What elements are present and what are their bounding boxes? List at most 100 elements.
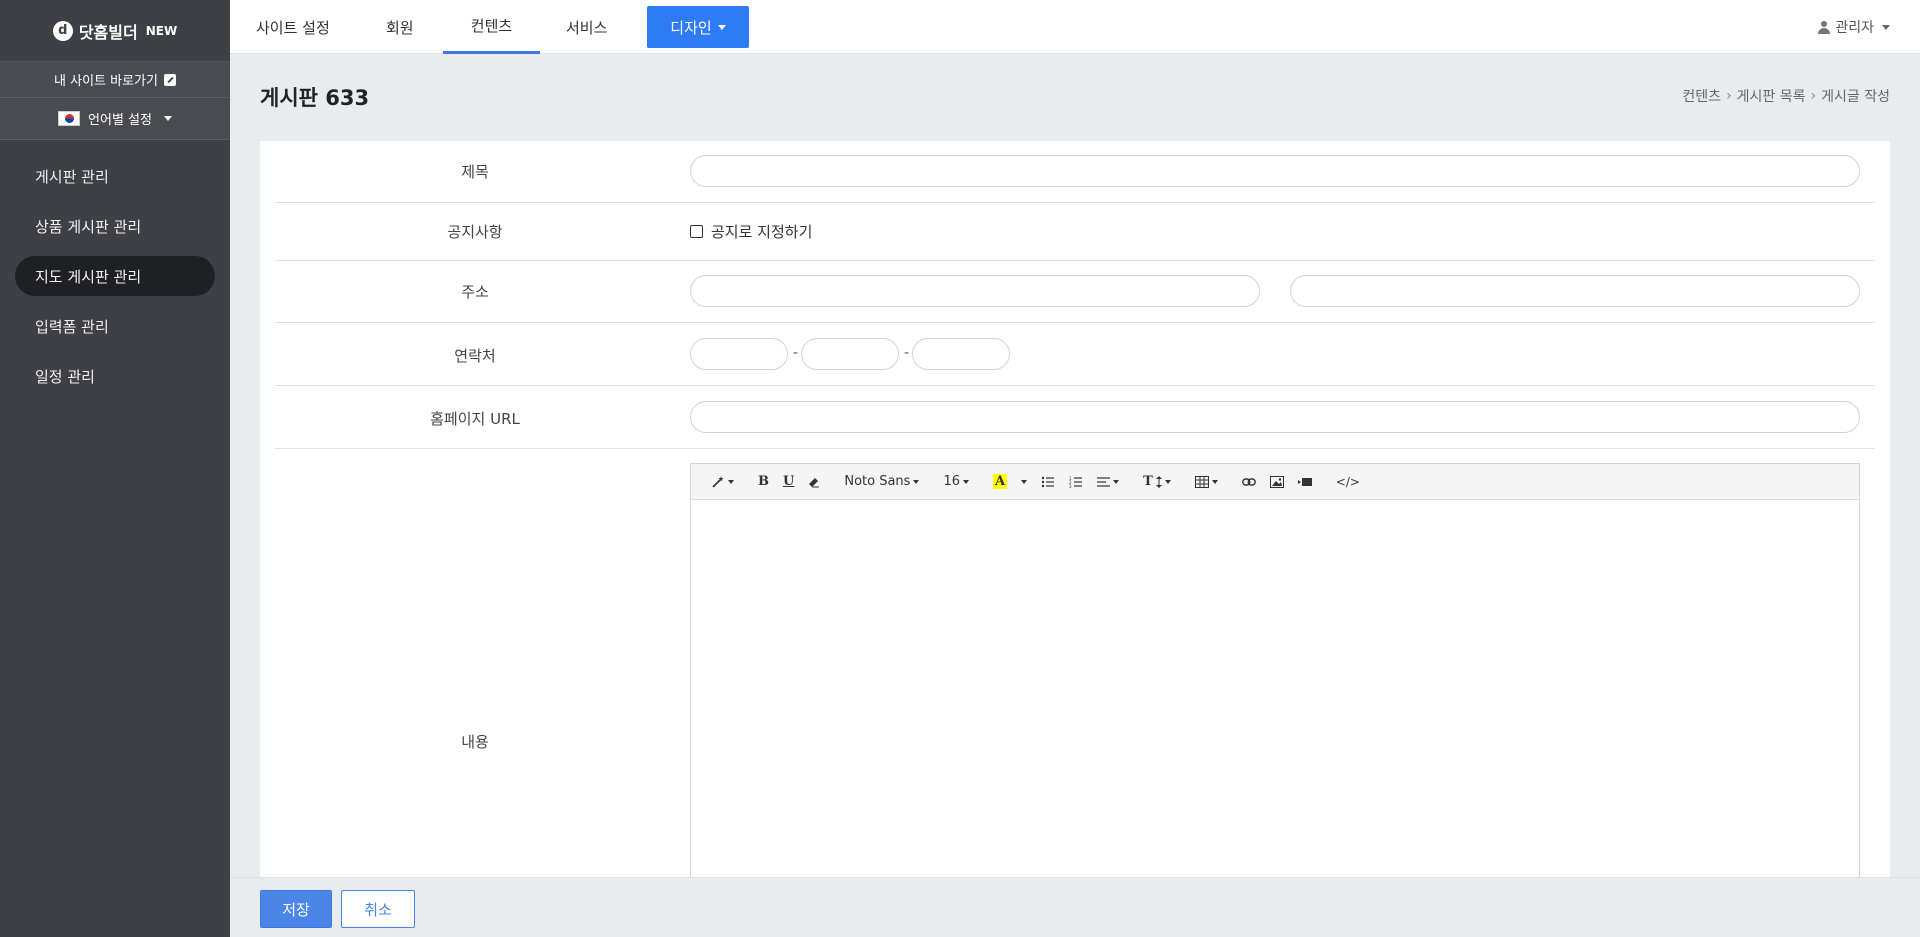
line-height-icon[interactable]: T xyxy=(1143,470,1171,494)
bottom-action-bar: 저장 취소 xyxy=(230,877,1920,937)
ordered-list-icon[interactable]: 123 xyxy=(1069,470,1083,494)
save-button[interactable]: 저장 xyxy=(260,890,332,928)
sidebar-item-label: 지도 게시판 관리 xyxy=(35,267,142,286)
tab-site-settings[interactable]: 사이트 설정 xyxy=(256,0,330,54)
underline-button[interactable]: U xyxy=(783,470,794,494)
design-dropdown-button[interactable]: 디자인 xyxy=(647,6,749,48)
breadcrumb-item[interactable]: 게시판 목록 xyxy=(1737,86,1806,106)
align-left-icon[interactable] xyxy=(1097,470,1120,494)
svg-text:3: 3 xyxy=(1069,484,1072,488)
form-row-homepage: 홈페이지 URL xyxy=(275,386,1875,449)
breadcrumb-item: 게시글 작성 xyxy=(1821,89,1890,105)
sidebar-item-label: 게시판 관리 xyxy=(35,167,109,186)
sidebar-item-schedule[interactable]: 일정 관리 xyxy=(15,356,215,396)
highlight-glyph: A xyxy=(992,474,1008,489)
editor-content-area[interactable] xyxy=(691,500,1859,902)
font-size-dropdown[interactable]: 16 xyxy=(943,470,969,494)
caret-down-icon xyxy=(717,24,726,30)
tab-label: 컨텐츠 xyxy=(470,17,513,35)
external-link-icon xyxy=(163,73,176,86)
tab-members[interactable]: 회원 xyxy=(386,0,414,54)
tab-services[interactable]: 서비스 xyxy=(566,0,607,54)
contact-field-3[interactable] xyxy=(912,338,1010,370)
content-label: 내용 xyxy=(461,733,489,751)
logo-icon: d xyxy=(52,20,73,41)
caret-down-icon xyxy=(728,479,734,484)
notice-label: 공지사항 xyxy=(447,223,503,241)
form-row-content: 내용 B U Noto Sans 16 A 1 2 3 T </> xyxy=(275,449,1875,929)
underline-glyph: U xyxy=(783,474,795,489)
brand[interactable]: d 닷홈빌더 NEW xyxy=(0,0,230,62)
video-icon[interactable] xyxy=(1297,470,1312,494)
checkbox-icon[interactable] xyxy=(690,225,703,238)
language-settings[interactable]: 언어별 설정 xyxy=(0,98,230,140)
design-button-label: 디자인 xyxy=(670,18,712,37)
brand-name: 닷홈빌더 xyxy=(78,22,138,42)
caret-down-icon xyxy=(1164,479,1171,484)
caret-down-icon xyxy=(962,479,969,484)
language-settings-label: 언어별 설정 xyxy=(88,113,152,128)
bold-button[interactable]: B xyxy=(758,470,769,494)
title-input[interactable] xyxy=(690,155,1860,187)
sidebar-menu: 게시판 관리 상품 게시판 관리 지도 게시판 관리 입력폼 관리 일정 관리 xyxy=(0,140,230,396)
text-style-glyph: T xyxy=(1143,474,1153,489)
form-row-title: 제목 xyxy=(275,141,1875,203)
homepage-url-input[interactable] xyxy=(690,401,1860,433)
breadcrumb: 컨텐츠 › 게시판 목록 › 게시글 작성 xyxy=(1682,86,1890,106)
sidebar: d 닷홈빌더 NEW 내 사이트 바로가기 언어별 설정 게시판 관리 상품 게… xyxy=(0,0,230,937)
font-family-dropdown[interactable]: Noto Sans xyxy=(844,470,920,494)
magic-wand-icon[interactable] xyxy=(711,470,734,494)
sidebar-item-map-board[interactable]: 지도 게시판 관리 xyxy=(15,256,215,296)
caret-down-icon xyxy=(1211,479,1218,484)
caret-down-icon xyxy=(913,479,920,484)
rich-text-editor: B U Noto Sans 16 A 1 2 3 T </> xyxy=(690,463,1860,903)
address-detail-input[interactable] xyxy=(1290,275,1860,307)
homepage-label: 홈페이지 URL xyxy=(430,410,520,428)
brand-badge: NEW xyxy=(145,23,178,38)
page-title: 게시판 633 xyxy=(260,86,370,110)
address-input[interactable] xyxy=(690,275,1260,307)
bold-glyph: B xyxy=(758,474,769,489)
my-site-link-label: 내 사이트 바로가기 xyxy=(54,74,158,89)
form-row-contact: 연락처 - - xyxy=(275,323,1875,386)
tab-contents[interactable]: 컨텐츠 xyxy=(443,0,540,54)
notice-checkbox-label: 공지로 지정하기 xyxy=(711,223,813,241)
sidebar-item-board[interactable]: 게시판 관리 xyxy=(15,156,215,196)
editor-toolbar: B U Noto Sans 16 A 1 2 3 T </> xyxy=(691,464,1859,500)
contact-separator: - xyxy=(904,345,910,361)
contact-field-1[interactable] xyxy=(690,338,788,370)
admin-label: 관리자 xyxy=(1835,20,1874,36)
caret-down-icon xyxy=(1113,479,1120,484)
contact-field-2[interactable] xyxy=(801,338,899,370)
breadcrumb-item[interactable]: 컨텐츠 xyxy=(1682,86,1721,106)
form-row-address: 주소 xyxy=(275,261,1875,323)
form-row-notice: 공지사항 공지로 지정하기 xyxy=(275,203,1875,261)
title-label: 제목 xyxy=(461,163,489,181)
sidebar-item-label: 입력폼 관리 xyxy=(35,317,109,336)
font-family-value: Noto Sans xyxy=(844,474,911,489)
caret-down-icon xyxy=(1021,479,1028,484)
user-icon xyxy=(1818,20,1831,34)
sidebar-item-form[interactable]: 입력폼 관리 xyxy=(15,306,215,346)
top-navigation: 사이트 설정 회원 컨텐츠 서비스 디자인 관리자 xyxy=(230,0,1920,54)
eraser-icon[interactable] xyxy=(808,470,820,494)
tab-label: 서비스 xyxy=(566,18,608,37)
contact-separator: - xyxy=(793,345,799,361)
cancel-button[interactable]: 취소 xyxy=(341,890,415,928)
font-size-value: 16 xyxy=(943,474,960,489)
my-site-link[interactable]: 내 사이트 바로가기 xyxy=(0,62,230,98)
table-icon[interactable] xyxy=(1194,470,1218,494)
image-icon[interactable] xyxy=(1269,470,1284,494)
admin-menu[interactable]: 관리자 xyxy=(1818,0,1890,54)
notice-checkbox[interactable]: 공지로 지정하기 xyxy=(690,221,812,242)
code-view-glyph: </> xyxy=(1335,474,1360,489)
code-view-button[interactable]: </> xyxy=(1336,470,1360,494)
link-icon[interactable] xyxy=(1241,470,1256,494)
address-label: 주소 xyxy=(461,283,489,301)
contact-label: 연락처 xyxy=(454,347,496,365)
chevron-right-icon: › xyxy=(1810,88,1817,104)
unordered-list-icon[interactable] xyxy=(1041,470,1055,494)
highlight-color-button[interactable]: A xyxy=(992,470,1028,494)
sidebar-item-product-board[interactable]: 상품 게시판 관리 xyxy=(15,206,215,246)
sidebar-item-label: 상품 게시판 관리 xyxy=(35,217,142,236)
